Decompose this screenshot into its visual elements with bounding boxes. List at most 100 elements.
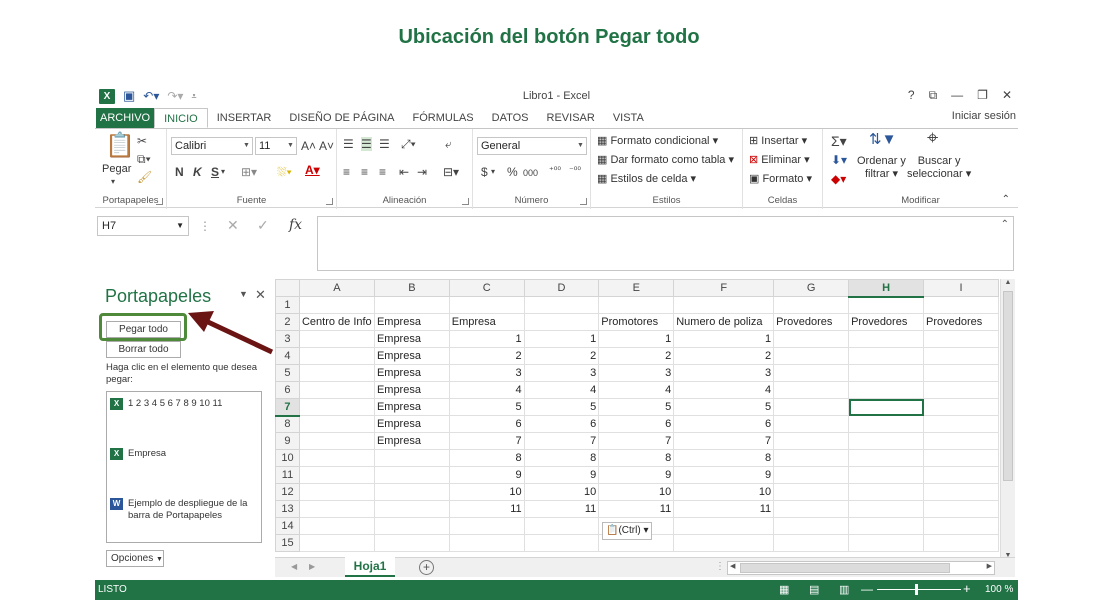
cell-c10[interactable]: 8 [448,449,525,467]
row-header[interactable]: 5 [275,364,300,382]
scroll-right-icon[interactable]: ▶ [987,562,992,570]
cell-e8[interactable]: 6 [598,415,675,433]
ribbon-display-icon[interactable]: ⧉ [929,88,938,103]
cell-e6[interactable]: 4 [598,381,675,399]
column-header-d[interactable]: D [523,279,600,297]
cell-a11[interactable] [298,466,375,484]
tab-archivo[interactable]: ARCHIVO [96,108,155,128]
cell-a4[interactable] [298,347,375,365]
cell-g6[interactable] [773,381,850,399]
cell-e1[interactable] [598,296,675,314]
paste-dropdown-icon[interactable]: ▾ [111,175,115,189]
cell-e3[interactable]: 1 [598,330,675,348]
cell-f5[interactable]: 3 [673,364,775,382]
tab-inicio[interactable]: INICIO [154,108,208,128]
close-icon[interactable]: ✕ [1002,88,1012,103]
cell-g3[interactable] [773,330,850,348]
cell-g15[interactable] [773,534,850,552]
thousands-button[interactable]: 000 [523,166,538,180]
cell-e10[interactable]: 8 [598,449,675,467]
cell-c15[interactable] [448,534,525,552]
paste-options-button[interactable]: 📋(Ctrl) ▾ [602,522,653,540]
cell-d10[interactable]: 8 [523,449,600,467]
column-header-c[interactable]: C [448,279,525,297]
cell-i11[interactable] [923,466,999,484]
font-name-select[interactable]: Calibri ▼ [171,137,253,155]
row-header[interactable]: 15 [275,534,300,552]
cell-c13[interactable]: 11 [448,500,525,518]
cell-h6[interactable] [848,381,924,399]
decrease-decimal-icon[interactable]: ⁻⁰⁰ [569,163,581,177]
cell-h12[interactable] [848,483,924,501]
merge-center-icon[interactable]: ⊟▾ [443,165,459,179]
format-table-button[interactable]: ▦ Dar formato como tabla ▾ [597,153,734,166]
cell-a14[interactable] [298,517,375,535]
cell-d15[interactable] [523,534,600,552]
increase-decimal-icon[interactable]: ⁺⁰⁰ [549,163,561,177]
number-launcher-icon[interactable] [580,198,587,205]
cell-d6[interactable]: 4 [523,381,600,399]
cell-e2[interactable]: Promotores [598,313,675,331]
cell-g9[interactable] [773,432,850,450]
cell-c11[interactable]: 9 [448,466,525,484]
next-sheet-icon[interactable]: ▶ [309,562,315,571]
cell-b4[interactable]: Empresa [373,347,450,365]
cell-h11[interactable] [848,466,924,484]
row-header[interactable]: 13 [275,500,300,518]
cell-styles-button[interactable]: ▦ Estilos de celda ▾ [597,172,696,185]
binoculars-icon[interactable]: ⌖ [927,128,938,148]
column-header-h[interactable]: H [848,279,924,298]
cell-a8[interactable] [298,415,375,433]
cell-f12[interactable]: 10 [673,483,775,501]
row-header[interactable]: 1 [275,296,300,314]
normal-view-icon[interactable]: ▦ [779,583,789,596]
help-icon[interactable]: ? [908,88,915,103]
cell-f9[interactable]: 7 [673,432,775,450]
cell-a7[interactable] [298,398,375,416]
zoom-in-icon[interactable]: + [963,581,971,596]
format-cells-button[interactable]: ▣ Formato ▾ [749,172,812,185]
column-header-b[interactable]: B [373,279,450,297]
cell-i9[interactable] [923,432,999,450]
cell-g13[interactable] [773,500,850,518]
delete-cells-button[interactable]: ⊠ Eliminar ▾ [749,153,810,166]
cell-i2[interactable]: Provedores [923,313,999,331]
insert-function-icon[interactable]: fx [289,218,302,232]
minimize-icon[interactable]: — [951,88,963,103]
cell-h7[interactable] [848,398,924,416]
select-all-corner[interactable] [275,279,300,297]
zoom-slider[interactable] [877,589,961,590]
cell-h1[interactable] [848,296,924,314]
cell-a9[interactable] [298,432,375,450]
cell-f8[interactable]: 6 [673,415,775,433]
cell-c14[interactable] [448,517,525,535]
cell-e9[interactable]: 7 [598,432,675,450]
cell-g8[interactable] [773,415,850,433]
cell-f11[interactable]: 9 [673,466,775,484]
align-right-icon[interactable]: ≡ [379,165,386,179]
h-scroll-thumb[interactable] [740,563,950,573]
increase-indent-icon[interactable]: ⇥ [417,165,427,179]
cut-icon[interactable]: ✂ [137,134,147,148]
column-header-g[interactable]: G [773,279,850,297]
cell-d5[interactable]: 3 [523,364,600,382]
cell-b6[interactable]: Empresa [373,381,450,399]
cell-g4[interactable] [773,347,850,365]
sort-filter-button[interactable]: Ordenar y filtrar ▾ [857,155,906,180]
cell-g5[interactable] [773,364,850,382]
tab-formulas[interactable]: FÓRMULAS [404,108,483,128]
cell-h8[interactable] [848,415,924,433]
close-pane-icon[interactable]: ✕ [255,287,266,303]
orientation-icon[interactable]: ⤢▾ [401,137,416,151]
cell-e12[interactable]: 10 [598,483,675,501]
cell-h3[interactable] [848,330,924,348]
cell-c8[interactable]: 6 [448,415,525,433]
cell-i10[interactable] [923,449,999,467]
zoom-level[interactable]: 100 % [985,584,1013,595]
font-launcher-icon[interactable] [326,198,333,205]
format-painter-icon[interactable]: 🖌 [137,170,152,184]
autosum-icon[interactable]: Σ▾ [831,134,847,148]
cell-a13[interactable] [298,500,375,518]
column-header-a[interactable]: A [298,279,375,297]
cell-c6[interactable]: 4 [448,381,525,399]
